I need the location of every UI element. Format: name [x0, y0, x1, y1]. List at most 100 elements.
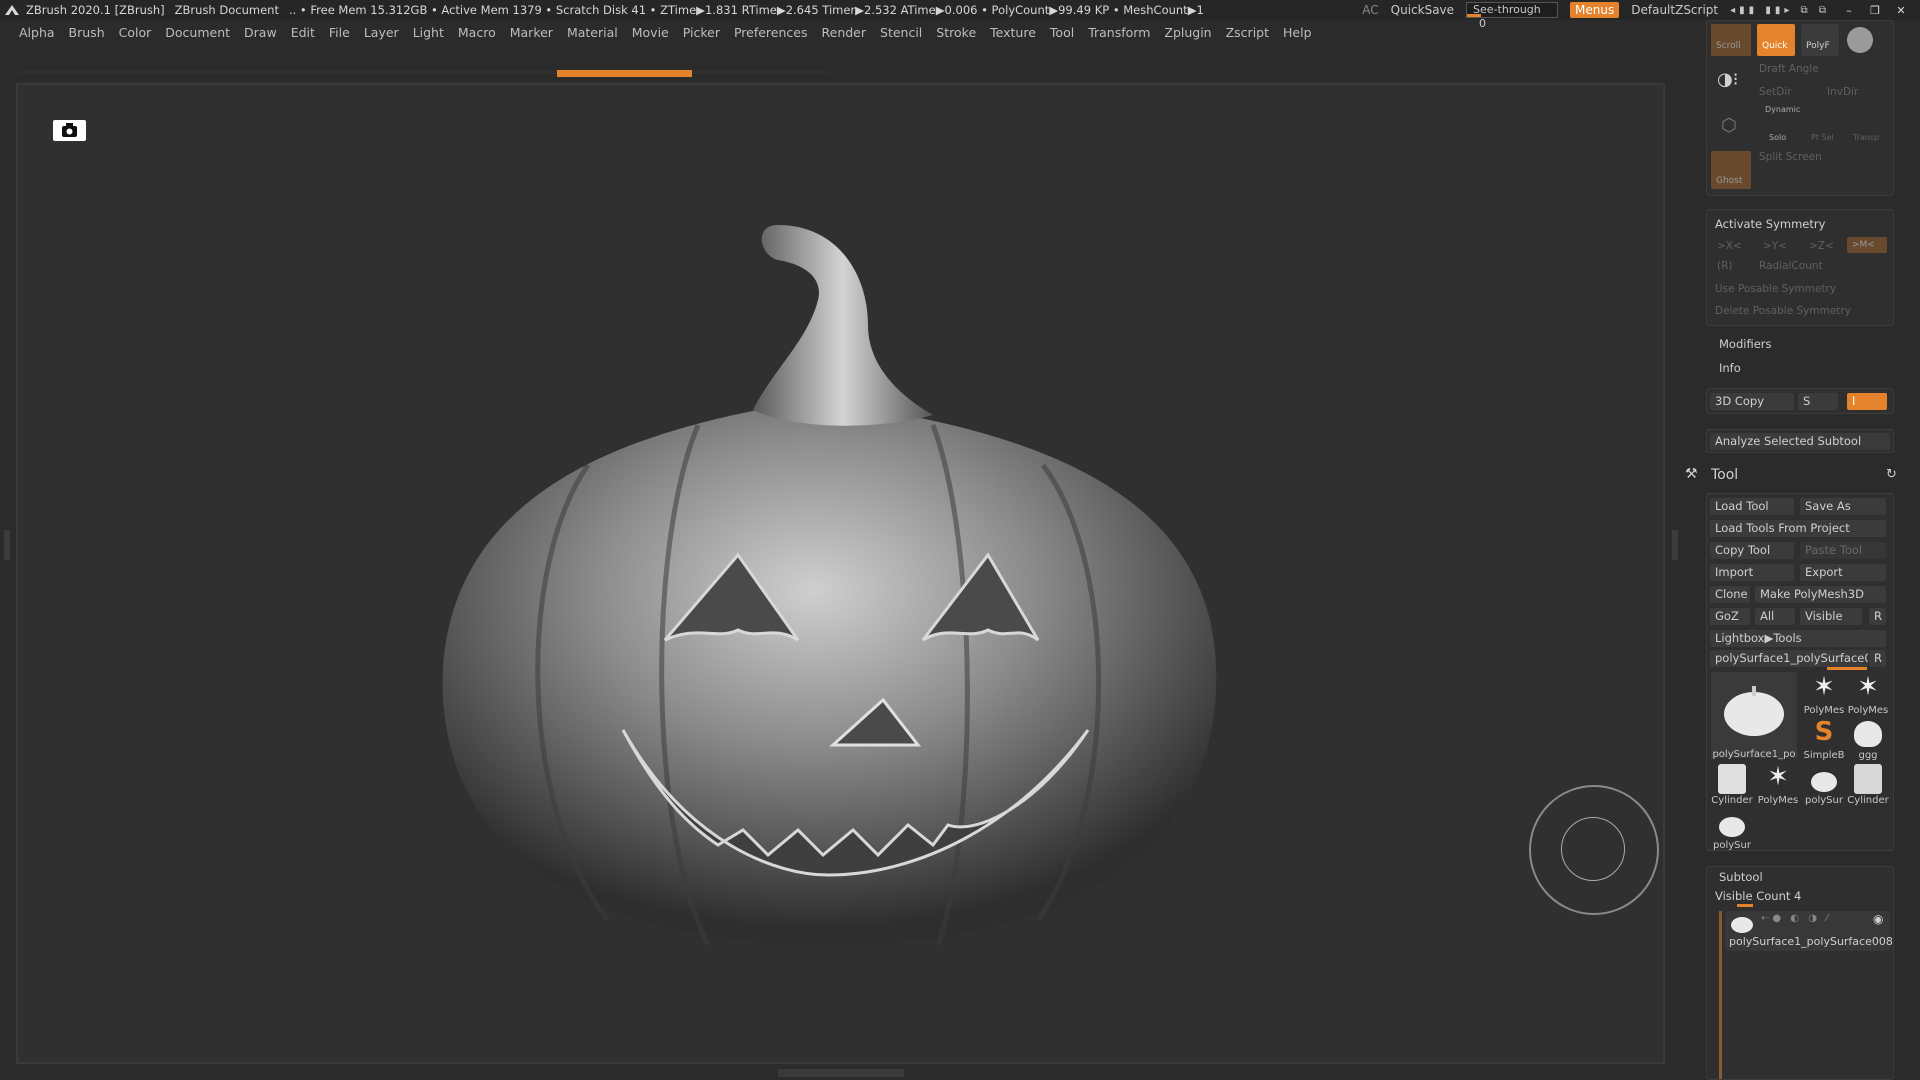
contrast-icon[interactable]: ◑⁝: [1717, 69, 1747, 91]
bottom-tray-handle[interactable]: [778, 1069, 904, 1077]
rotation-gizmo[interactable]: [1529, 785, 1659, 915]
eye-icon[interactable]: ◉: [1873, 912, 1883, 926]
solo-button[interactable]: Solo: [1769, 133, 1786, 142]
tool-thumb-polysurface[interactable]: polySur: [1711, 807, 1753, 851]
tool-thumb-cylinder[interactable]: Cylinder: [1711, 762, 1753, 806]
goz-visible-button[interactable]: Visible: [1800, 608, 1862, 625]
save-as-button[interactable]: Save As: [1800, 498, 1886, 515]
modifiers-section[interactable]: Modifiers: [1719, 337, 1772, 351]
menu-zplugin[interactable]: Zplugin: [1164, 25, 1211, 40]
tool-thumb-cylinder[interactable]: Cylinder: [1847, 762, 1889, 806]
radialcount-slider[interactable]: RadialCount: [1759, 260, 1823, 272]
import-button[interactable]: Import: [1710, 564, 1794, 581]
goz-button[interactable]: GoZ: [1710, 608, 1750, 625]
polyf-button[interactable]: PolyF: [1801, 24, 1839, 56]
menu-marker[interactable]: Marker: [510, 25, 553, 40]
use-posable-symmetry-button[interactable]: Use Posable Symmetry: [1715, 283, 1836, 295]
visible-count-label[interactable]: Visible Count 4: [1715, 889, 1801, 903]
right-tray-handle[interactable]: [1672, 530, 1678, 560]
menu-stencil[interactable]: Stencil: [880, 25, 922, 40]
lightbox-tools-button[interactable]: Lightbox▶Tools: [1710, 630, 1886, 647]
quick-button[interactable]: Quick: [1757, 24, 1795, 56]
current-tool-r-button[interactable]: R: [1869, 650, 1886, 667]
draft-angle-label[interactable]: Draft Angle: [1759, 63, 1819, 75]
symmetry-x-button[interactable]: >X<: [1717, 240, 1742, 252]
delete-posable-symmetry-button[interactable]: Delete Posable Symmetry: [1715, 305, 1851, 317]
menu-brush[interactable]: Brush: [69, 25, 105, 40]
export-button[interactable]: Export: [1800, 564, 1886, 581]
paste-tool-button[interactable]: Paste Tool: [1800, 542, 1886, 559]
menu-document[interactable]: Document: [165, 25, 230, 40]
default-zscript-button[interactable]: DefaultZScript: [1631, 3, 1718, 17]
symmetry-y-button[interactable]: >Y<: [1763, 240, 1787, 252]
subtool-toggle-icons[interactable]: ⇠● ◐ ◑ ⁄: [1761, 913, 1831, 924]
layout-icons[interactable]: ◂▮▮ ▮▮▸ ⧉ ⧉: [1730, 5, 1830, 16]
current-tool-name[interactable]: polySurface1_polySurface008: [1710, 650, 1868, 667]
tool-thumb-polymesh[interactable]: ✶ PolyMes: [1757, 762, 1799, 806]
document-canvas[interactable]: [16, 83, 1665, 1064]
symmetry-z-button[interactable]: >Z<: [1809, 240, 1834, 252]
menu-material[interactable]: Material: [567, 25, 618, 40]
refresh-icon[interactable]: ↻: [1886, 467, 1897, 482]
menu-edit[interactable]: Edit: [291, 25, 315, 40]
ptsel-button[interactable]: Pt Sel: [1811, 133, 1834, 142]
tool-thumb-ggg[interactable]: ggg: [1847, 717, 1889, 761]
clone-button[interactable]: Clone: [1710, 586, 1750, 603]
seethrough-slider[interactable]: See-through 0: [1466, 2, 1559, 30]
ghost-button[interactable]: Ghost: [1711, 151, 1751, 189]
menu-texture[interactable]: Texture: [990, 25, 1036, 40]
menu-help[interactable]: Help: [1283, 25, 1312, 40]
menu-file[interactable]: File: [329, 25, 350, 40]
menu-render[interactable]: Render: [822, 25, 867, 40]
subtool-item[interactable]: ⇠● ◐ ◑ ⁄ ◉ polySurface1_polySurface008: [1725, 911, 1893, 951]
tool-thumb-polysurface[interactable]: polySur: [1803, 762, 1845, 806]
analyze-subtool-button[interactable]: Analyze Selected Subtool: [1710, 433, 1890, 450]
subtool-title[interactable]: Subtool: [1719, 870, 1763, 884]
menu-transform[interactable]: Transform: [1088, 25, 1150, 40]
info-section[interactable]: Info: [1719, 361, 1741, 375]
close-icon[interactable]: ✕: [1894, 3, 1908, 17]
menu-macro[interactable]: Macro: [458, 25, 496, 40]
copy3d-i-button[interactable]: I: [1847, 393, 1887, 410]
menu-light[interactable]: Light: [413, 25, 444, 40]
quicksave-button[interactable]: QuickSave: [1391, 3, 1454, 17]
restore-icon[interactable]: ❐: [1868, 3, 1882, 17]
make-polymesh3d-button[interactable]: Make PolyMesh3D: [1755, 586, 1886, 603]
tool-thumb-main[interactable]: polySurface1_po: [1711, 672, 1797, 760]
cube-icon[interactable]: ⬡: [1721, 115, 1737, 136]
copy3d-button[interactable]: 3D Copy: [1710, 393, 1794, 410]
material-sphere-icon[interactable]: [1847, 27, 1873, 53]
scroll-button[interactable]: Scroll: [1711, 24, 1751, 56]
menu-zscript[interactable]: Zscript: [1226, 25, 1269, 40]
camera-icon[interactable]: [53, 120, 86, 141]
menu-picker[interactable]: Picker: [683, 25, 720, 40]
goz-r-button[interactable]: R: [1869, 608, 1886, 625]
menu-draw[interactable]: Draw: [244, 25, 277, 40]
menu-preferences[interactable]: Preferences: [734, 25, 808, 40]
menu-stroke[interactable]: Stroke: [936, 25, 976, 40]
copy-tool-button[interactable]: Copy Tool: [1710, 542, 1794, 559]
split-screen-button[interactable]: Split Screen: [1759, 151, 1822, 163]
activate-symmetry-button[interactable]: Activate Symmetry: [1715, 217, 1825, 231]
menu-alpha[interactable]: Alpha: [19, 25, 55, 40]
load-tools-from-project-button[interactable]: Load Tools From Project: [1710, 520, 1886, 537]
menus-button[interactable]: Menus: [1570, 2, 1620, 18]
goz-all-button[interactable]: All: [1755, 608, 1795, 625]
tool-thumb-simplebrush[interactable]: S SimpleB: [1803, 717, 1845, 761]
left-tray-handle[interactable]: [4, 530, 10, 560]
transp-button[interactable]: Transp: [1853, 133, 1879, 142]
subtool-scrollbar[interactable]: [1719, 911, 1722, 1079]
load-tool-button[interactable]: Load Tool: [1710, 498, 1794, 515]
tool-thumb-polymesh[interactable]: ✶ PolyMes: [1803, 672, 1845, 716]
menu-layer[interactable]: Layer: [364, 25, 399, 40]
tool-palette-title[interactable]: Tool: [1711, 467, 1738, 483]
symmetry-r-button[interactable]: (R): [1717, 260, 1733, 272]
setdir-button[interactable]: SetDir: [1759, 86, 1792, 98]
invdir-button[interactable]: InvDir: [1827, 86, 1858, 98]
symmetry-m-button[interactable]: >M<: [1847, 237, 1887, 253]
tool-thumb-polymesh[interactable]: ✶ PolyMes: [1847, 672, 1889, 716]
minimize-icon[interactable]: –: [1842, 3, 1856, 17]
menu-movie[interactable]: Movie: [632, 25, 669, 40]
menu-tool[interactable]: Tool: [1050, 25, 1074, 40]
menu-color[interactable]: Color: [119, 25, 152, 40]
